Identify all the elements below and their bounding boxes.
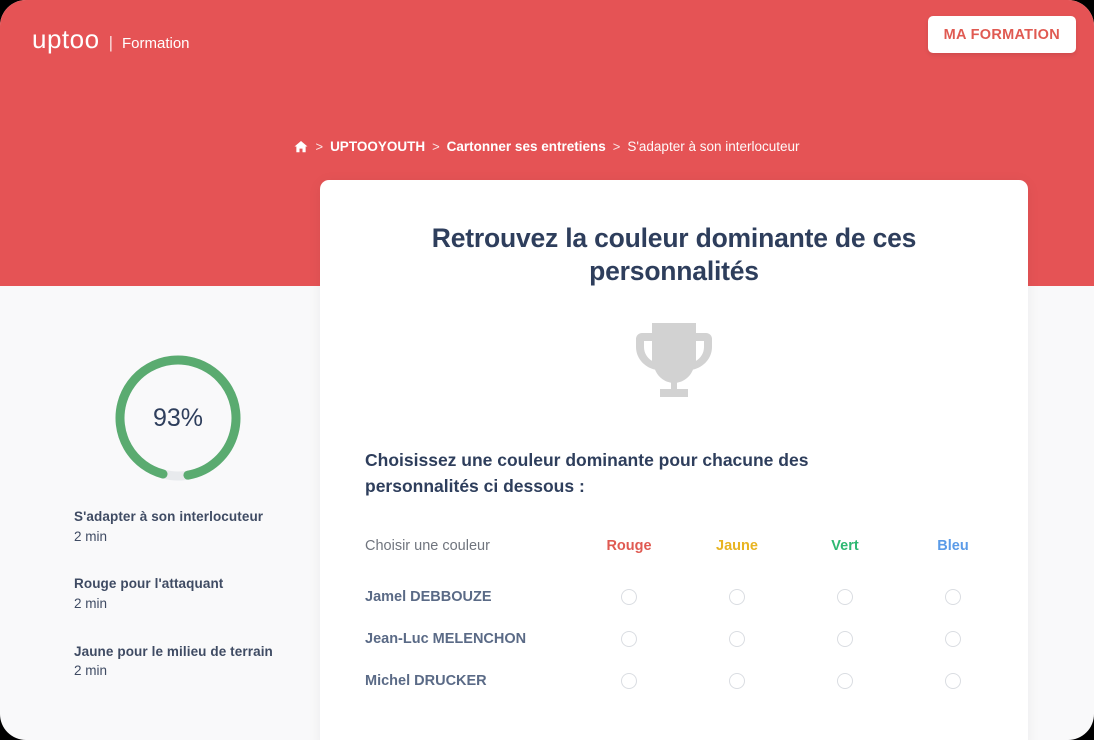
- column-header-bleu: Bleu: [937, 537, 969, 554]
- breadcrumb: > UPTOOYOUTH > Cartonner ses entretiens …: [0, 139, 1094, 154]
- breadcrumb-item-current: S'adapter à son interlocuteur: [627, 139, 800, 154]
- column-header-spacer: [1007, 538, 1028, 576]
- brand-separator: |: [108, 33, 113, 52]
- radio-cell-jaune[interactable]: [683, 576, 791, 618]
- radio-button[interactable]: [945, 631, 961, 648]
- quiz-card: Retrouvez la couleur dominante de ces pe…: [320, 180, 1028, 740]
- radio-button[interactable]: [945, 673, 961, 690]
- breadcrumb-item-cartonner[interactable]: Cartonner ses entretiens: [447, 139, 606, 154]
- progress-percent-label: 93%: [152, 403, 204, 432]
- breadcrumb-item-uptooyouth[interactable]: UPTOOYOUTH: [330, 139, 425, 154]
- radio-button[interactable]: [729, 589, 745, 606]
- page-title: Retrouvez la couleur dominante de ces pe…: [431, 223, 917, 287]
- brand[interactable]: uptoo | Formation: [32, 26, 190, 52]
- lesson-title: Jaune pour le milieu de terrain: [74, 643, 273, 659]
- radio-button[interactable]: [945, 589, 961, 606]
- column-header-rouge: Rouge: [606, 537, 652, 554]
- radio-button[interactable]: [729, 631, 745, 648]
- breadcrumb-separator-2: >: [432, 139, 440, 154]
- radio-cell-bleu[interactable]: [899, 660, 1007, 702]
- radio-button[interactable]: [837, 589, 853, 606]
- radio-cell-vert[interactable]: [791, 660, 899, 702]
- radio-cell-vert[interactable]: [791, 618, 899, 660]
- breadcrumb-separator-3: >: [612, 139, 621, 154]
- radio-cell-jaune[interactable]: [683, 618, 791, 660]
- radio-cell-jaune[interactable]: [683, 660, 791, 702]
- ma-formation-button[interactable]: MA FORMATION: [927, 16, 1076, 53]
- progress-gauge: 93%: [108, 348, 248, 488]
- lesson-duration: 2 min: [74, 595, 108, 611]
- table-row: Jamel DEBBOUZE: [320, 576, 1028, 618]
- lesson-list: S'adapter à son interlocuteur 2 min Roug…: [74, 508, 294, 710]
- table-row: Jean-Luc MELENCHON: [320, 618, 1028, 660]
- brand-subtitle: Formation: [122, 35, 190, 52]
- column-header-vert: Vert: [831, 537, 859, 554]
- course-sidebar: 93% S'adapter à son interlocuteur 2 min …: [0, 286, 320, 740]
- radio-cell-rouge[interactable]: [575, 618, 683, 660]
- home-icon[interactable]: [294, 140, 308, 154]
- radio-cell-bleu[interactable]: [899, 576, 1007, 618]
- lesson-duration: 2 min: [74, 663, 108, 679]
- person-name: Jean-Luc MELENCHON: [365, 630, 527, 647]
- radio-button[interactable]: [729, 673, 745, 690]
- column-header-name: Choisir une couleur: [365, 537, 490, 554]
- app-viewport: uptoo | Formation MA FORMATION > UPTOOYO…: [0, 0, 1094, 740]
- table-header-row: Choisir une couleur Rouge Jaune Vert Ble…: [320, 538, 1028, 576]
- radio-button[interactable]: [621, 589, 637, 606]
- radio-button[interactable]: [837, 673, 853, 690]
- radio-cell-vert[interactable]: [791, 576, 899, 618]
- lesson-duration: 2 min: [74, 528, 108, 544]
- row-spacer: [1007, 618, 1028, 660]
- row-spacer: [1007, 660, 1028, 702]
- table-row: Michel DRUCKER: [320, 660, 1028, 702]
- breadcrumb-separator-1: >: [315, 139, 324, 154]
- answer-table: Choisir une couleur Rouge Jaune Vert Ble…: [320, 538, 1028, 702]
- uptoo-logo: uptoo: [32, 24, 100, 54]
- lesson-item-1[interactable]: Rouge pour l'attaquant 2 min: [74, 575, 294, 613]
- radio-cell-rouge[interactable]: [575, 576, 683, 618]
- radio-cell-rouge[interactable]: [575, 660, 683, 702]
- radio-button[interactable]: [621, 673, 637, 690]
- radio-cell-bleu[interactable]: [899, 618, 1007, 660]
- person-name: Michel DRUCKER: [365, 672, 487, 689]
- person-name: Jamel DEBBOUZE: [365, 588, 492, 605]
- question-text: Choisissez une couleur dominante pour ch…: [365, 449, 809, 497]
- column-header-jaune: Jaune: [716, 537, 758, 554]
- radio-button[interactable]: [621, 631, 637, 648]
- lesson-title: Rouge pour l'attaquant: [74, 576, 224, 592]
- radio-button[interactable]: [837, 631, 853, 648]
- lesson-title: S'adapter à son interlocuteur: [74, 509, 264, 524]
- lesson-item-0[interactable]: S'adapter à son interlocuteur 2 min: [74, 508, 294, 546]
- trophy-icon: [320, 321, 1028, 405]
- lesson-item-2[interactable]: Jaune pour le milieu de terrain 2 min: [74, 643, 294, 681]
- row-spacer: [1007, 576, 1028, 618]
